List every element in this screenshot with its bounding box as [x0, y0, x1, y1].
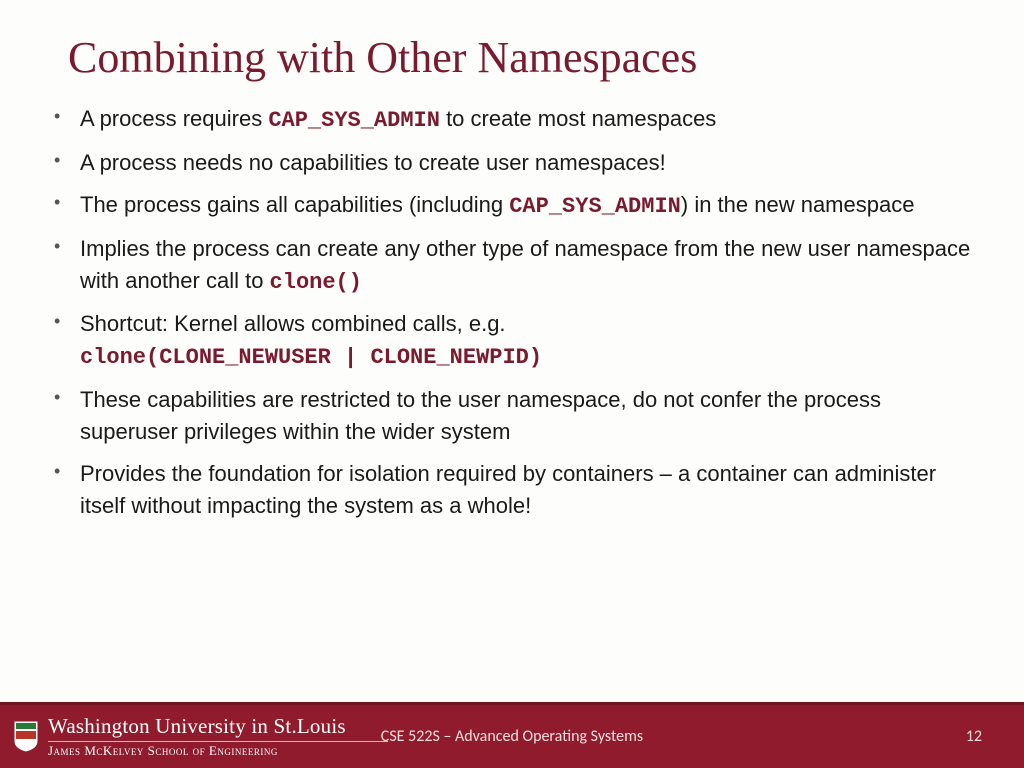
- school-name: James McKelvey School of Engineering: [48, 744, 388, 758]
- code-text: clone(CLONE_NEWUSER | CLONE_NEWPID): [80, 345, 542, 370]
- bullet-list: A process requires CAP_SYS_ADMIN to crea…: [48, 103, 976, 522]
- bullet-text: Implies the process can create any other…: [80, 236, 970, 293]
- bullet-item: The process gains all capabilities (incl…: [48, 189, 976, 223]
- slide-body: A process requires CAP_SYS_ADMIN to crea…: [0, 103, 1024, 522]
- bullet-item: Implies the process can create any other…: [48, 233, 976, 299]
- bullet-text: The process gains all capabilities (incl…: [80, 192, 509, 217]
- code-text: CAP_SYS_ADMIN: [268, 108, 440, 133]
- course-label: CSE 522S – Advanced Operating Systems: [0, 727, 1024, 746]
- slide-title: Combining with Other Namespaces: [0, 0, 1024, 103]
- code-text: clone(): [270, 270, 362, 295]
- bullet-item: A process needs no capabilities to creat…: [48, 147, 976, 179]
- bullet-text: Shortcut: Kernel allows combined calls, …: [80, 311, 506, 336]
- bullet-item: A process requires CAP_SYS_ADMIN to crea…: [48, 103, 976, 137]
- page-number: 12: [966, 727, 982, 746]
- bullet-item: Provides the foundation for isolation re…: [48, 458, 976, 522]
- bullet-text: to create most namespaces: [440, 106, 716, 131]
- bullet-item: These capabilities are restricted to the…: [48, 384, 976, 448]
- bullet-text: A process requires: [80, 106, 268, 131]
- bullet-item: Shortcut: Kernel allows combined calls, …: [48, 308, 976, 374]
- slide-footer: Washington University in St.Louis James …: [0, 702, 1024, 768]
- code-text: CAP_SYS_ADMIN: [509, 194, 681, 219]
- bullet-text: ) in the new namespace: [681, 192, 915, 217]
